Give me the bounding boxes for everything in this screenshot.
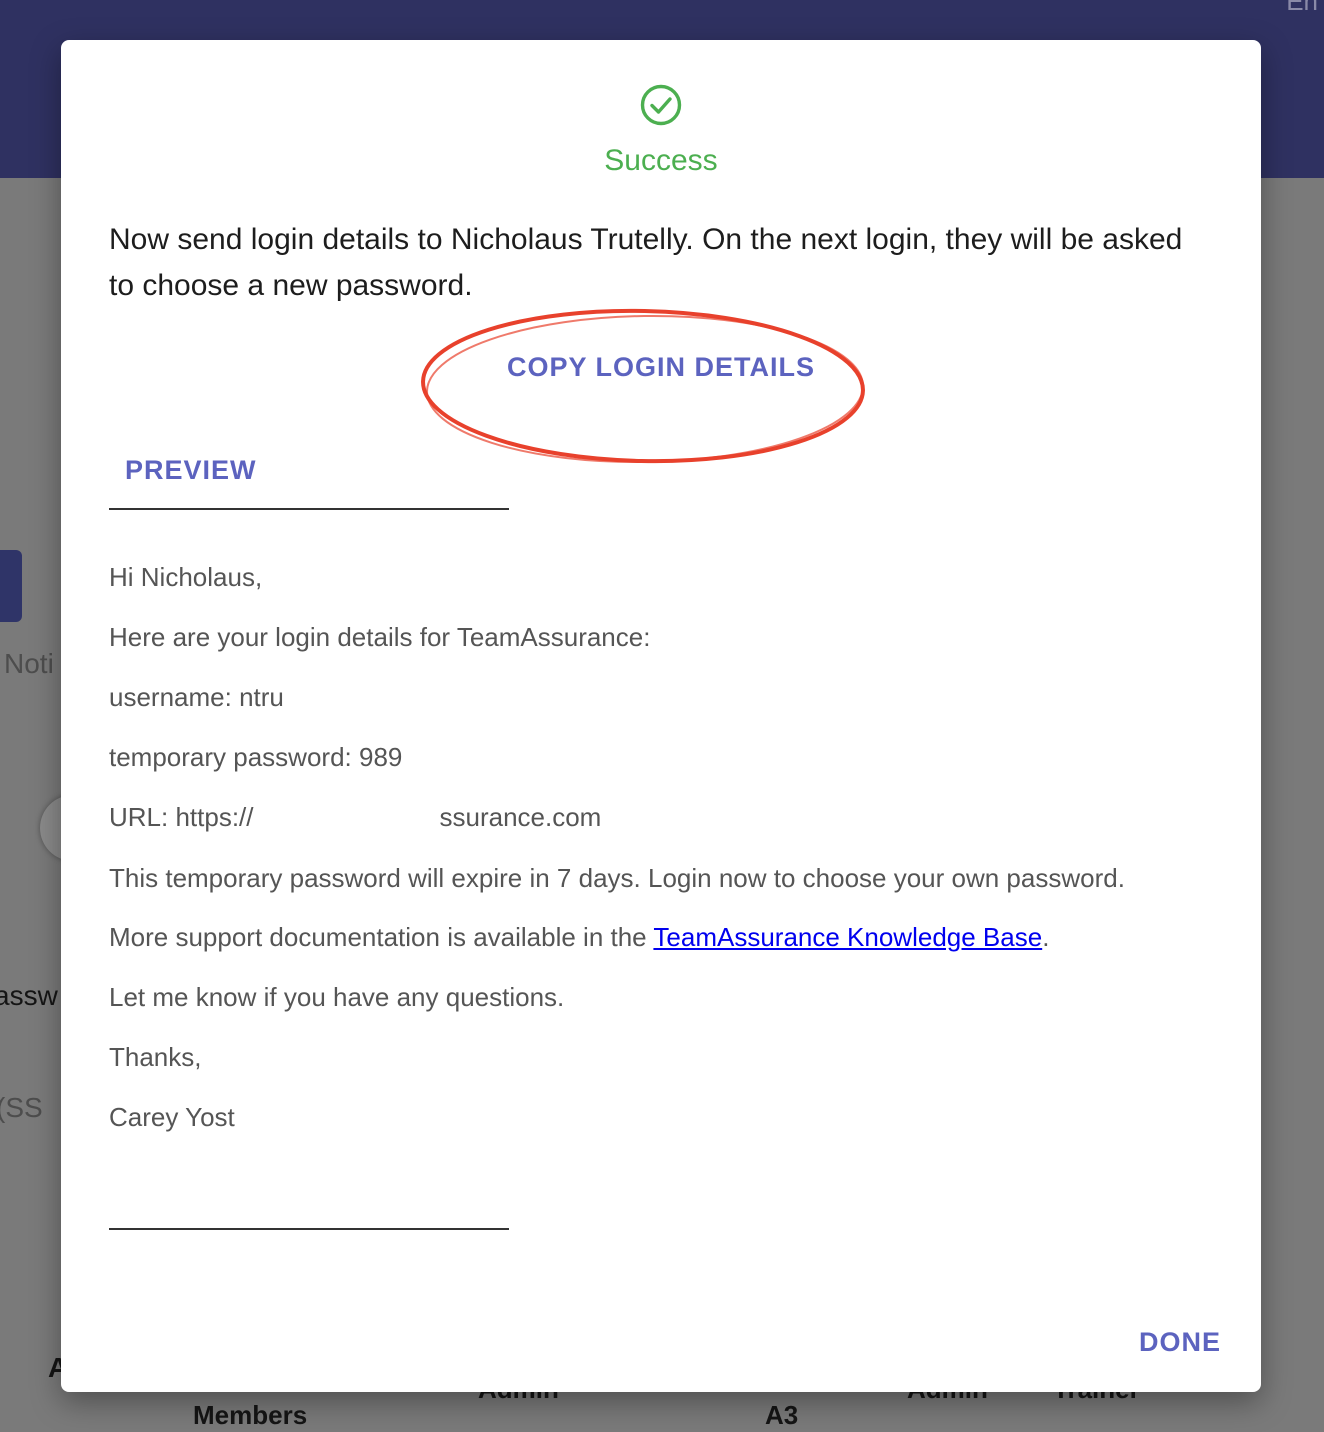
background-column-a3: A3 [765, 1400, 799, 1430]
email-url-prefix: URL: https:// [109, 802, 254, 832]
background-text-ss: (SS [0, 1092, 43, 1123]
background-column-members: Members [193, 1400, 308, 1430]
background-button [0, 550, 22, 622]
email-greeting: Hi Nicholaus, [109, 562, 263, 592]
email-preview: Hi Nicholaus, Here are your login detail… [109, 558, 1189, 1158]
email-thanks: Thanks, [109, 1042, 202, 1072]
success-title: Success [604, 144, 718, 177]
background-text-noti: Noti [4, 648, 54, 679]
login-details-dialog: Success Now send login details to Nichol… [61, 40, 1261, 1392]
email-username: username: ntru [109, 682, 284, 712]
redaction [253, 809, 440, 830]
done-button[interactable]: DONE [1111, 1322, 1221, 1362]
check-circle-icon [640, 84, 682, 126]
tab-preview[interactable]: PREVIEW [109, 450, 509, 510]
knowledge-base-link[interactable]: TeamAssurance Knowledge Base [653, 922, 1042, 952]
preview-bottom-divider [109, 1228, 509, 1230]
instruction-text: Now send login details to Nicholaus Trut… [109, 223, 1183, 302]
tab-preview-label: PREVIEW [125, 455, 257, 485]
email-support-prefix: More support documentation is available … [109, 922, 654, 952]
email-signature: Carey Yost [109, 1102, 235, 1132]
email-support-line: More support documentation is available … [109, 918, 1189, 956]
background-text-assw: assw [0, 980, 58, 1011]
annotation-circle [421, 308, 865, 464]
email-questions-line: Let me know if you have any questions. [109, 982, 565, 1012]
email-temporary-password: temporary password: 989 [109, 742, 403, 772]
email-url-suffix: ssurance.com [439, 802, 602, 832]
email-support-suffix: . [1042, 922, 1050, 952]
email-login-details-line: Here are your login details for TeamAssu… [109, 622, 651, 652]
email-expiry-notice: This temporary password will expire in 7… [109, 863, 1125, 893]
copy-login-details-button[interactable]: COPY LOGIN DETAILS [481, 346, 841, 388]
email-url: URL: https:// ssurance.com [109, 798, 1189, 836]
header-corner-text: En [1286, 0, 1318, 16]
